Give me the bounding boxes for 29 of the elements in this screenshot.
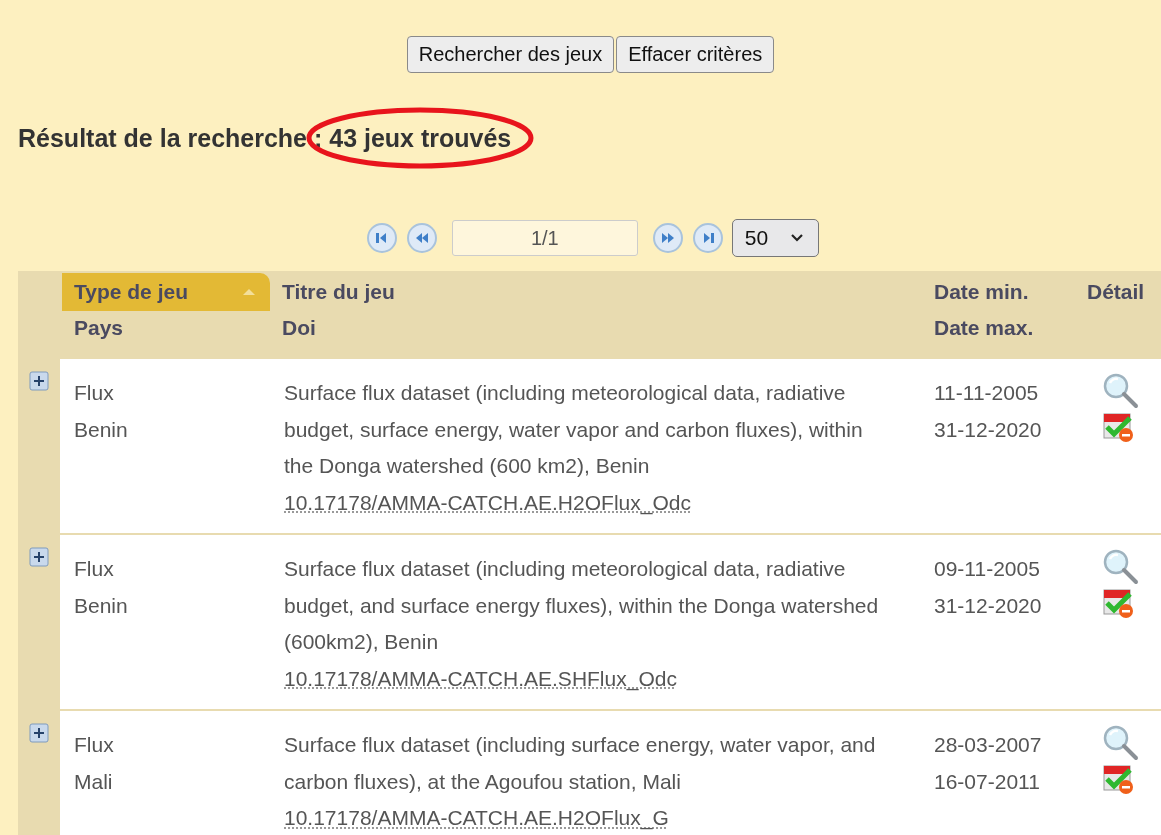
date-max: 16-07-2011 <box>934 768 1041 795</box>
page-field[interactable]: 1/1 <box>451 220 638 256</box>
dataset-title: Surface flux dataset (including surface energy, water vapor, and carbon fluxes), at the Agoufou station, Mali <box>284 732 877 795</box>
column-header[interactable]: Date min. <box>920 273 1029 311</box>
column-header[interactable]: Pays <box>62 311 270 345</box>
page-size-select[interactable]: 50 <box>731 219 820 257</box>
country: Benin <box>74 592 129 619</box>
doi-link[interactable]: 10.17178/AMMA-CATCH.AE.H2OFlux_Odc <box>284 490 691 514</box>
dataset-type: Flux <box>74 732 115 758</box>
dataset-title: Surface flux dataset (including meteorological data, radiative budget, and surface energy fluxes), within the Donga watershed (600km2), Benin <box>284 556 880 655</box>
dataset-title: Surface flux dataset (including meteorological data, radiative budget, surface energy, water vapor and carbon fluxes), within the Donga watershed (600 km2), Benin <box>284 380 864 479</box>
date-min: 28-03-2007 <box>934 732 1043 758</box>
search-button[interactable]: Rechercher des jeux <box>406 36 615 73</box>
clear-button[interactable]: Effacer critères <box>616 36 775 73</box>
date-min: 11-11-2005 <box>934 380 1040 406</box>
date-max: 31-12-2020 <box>934 592 1043 619</box>
dataset-type: Flux <box>74 380 115 406</box>
column-header[interactable]: Doi <box>270 311 920 345</box>
date-min: 09-11-2005 <box>934 556 1041 582</box>
dataset-type: Flux <box>74 556 115 582</box>
country: Benin <box>74 416 129 443</box>
doi-link[interactable]: 10.17178/AMMA-CATCH.AE.SHFlux_Odc <box>284 666 677 690</box>
column-header[interactable]: Type de jeu <box>62 273 270 311</box>
date-max: 31-12-2020 <box>934 416 1043 443</box>
column-header[interactable]: Détail <box>1075 273 1145 311</box>
column-header[interactable]: Titre du jeu <box>270 273 395 311</box>
doi-link[interactable]: 10.17178/AMMA-CATCH.AE.H2OFlux_G <box>284 806 669 829</box>
country: Mali <box>74 768 114 795</box>
column-header[interactable]: Date max. <box>920 311 1075 345</box>
